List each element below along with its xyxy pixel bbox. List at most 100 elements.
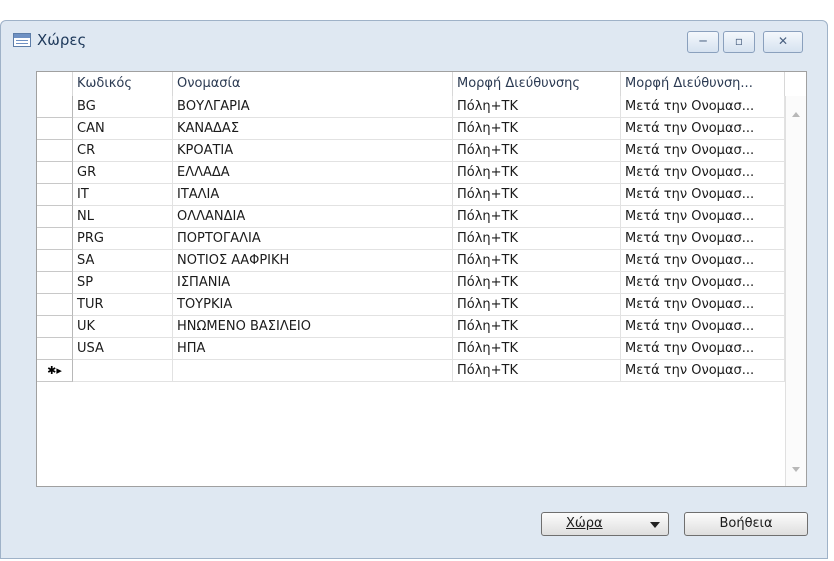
cell-name[interactable]: ΝΟΤΙΟΣ ΑΑΦΡΙΚΗ	[173, 250, 453, 272]
country-menu-button[interactable]: Χώρα	[541, 512, 669, 536]
cell-address-format-2[interactable]: Μετά την Ονομασ...	[621, 96, 785, 118]
row-selector[interactable]	[37, 338, 73, 360]
cell-address-format-2[interactable]: Μετά την Ονομασ...	[621, 118, 785, 140]
cell-code[interactable]: SP	[73, 272, 173, 294]
table-row[interactable]: IT ΙΤΑΛΙΑ Πόλη+ΤΚ Μετά την Ονομασ...	[37, 184, 785, 206]
row-selector-header[interactable]	[37, 72, 73, 96]
new-record-row[interactable]: ✱▸ Πόλη+ΤΚ Μετά την Ονομασ...	[37, 360, 785, 382]
table-row[interactable]: PRG ΠΟΡΤΟΓΑΛΙΑ Πόλη+ΤΚ Μετά την Ονομασ...	[37, 228, 785, 250]
row-selector[interactable]	[37, 316, 73, 338]
cell-address-format[interactable]: Πόλη+ΤΚ	[453, 184, 621, 206]
scroll-up-icon[interactable]	[792, 112, 800, 117]
maximize-icon: ▫	[734, 34, 744, 48]
cell-name[interactable]: ΤΟΥΡΚΙΑ	[173, 294, 453, 316]
cell-name[interactable]: ΠΟΡΤΟΓΑΛΙΑ	[173, 228, 453, 250]
row-selector[interactable]	[37, 118, 73, 140]
cell-address-format[interactable]: Πόλη+ΤΚ	[453, 96, 621, 118]
column-header-address-format-2[interactable]: Μορφή Διεύθυνση...	[621, 72, 785, 96]
cell-name[interactable]: ΙΣΠΑΝΙΑ	[173, 272, 453, 294]
cell-address-format[interactable]: Πόλη+ΤΚ	[453, 294, 621, 316]
cell-name[interactable]: ΒΟΥΛΓΑΡΙΑ	[173, 96, 453, 118]
help-button[interactable]: Βοήθεια	[684, 512, 808, 536]
table-row[interactable]: BG ΒΟΥΛΓΑΡΙΑ Πόλη+ΤΚ Μετά την Ονομασ...	[37, 96, 785, 118]
new-record-marker[interactable]: ✱▸	[37, 360, 73, 382]
table-row[interactable]: NL ΟΛΛΑΝΔΙΑ Πόλη+ΤΚ Μετά την Ονομασ...	[37, 206, 785, 228]
cell-address-format[interactable]: Πόλη+ΤΚ	[453, 338, 621, 360]
title-bar[interactable]: Χώρες ─ ▫ ✕	[1, 21, 827, 65]
cell-code[interactable]: BG	[73, 96, 173, 118]
row-selector[interactable]	[37, 96, 73, 118]
cell-address-format-2[interactable]: Μετά την Ονομασ...	[621, 338, 785, 360]
maximize-button[interactable]: ▫	[723, 31, 755, 53]
cell-name[interactable]: ΚΡΟΑΤΙΑ	[173, 140, 453, 162]
cell-code[interactable]: SA	[73, 250, 173, 272]
country-button-label: Χώρα	[566, 516, 603, 531]
row-selector[interactable]	[37, 228, 73, 250]
cell-address-format-2[interactable]: Μετά την Ονομασ...	[621, 250, 785, 272]
cell-address-format[interactable]: Πόλη+ΤΚ	[453, 272, 621, 294]
cell-address-format-2[interactable]: Μετά την Ονομασ...	[621, 272, 785, 294]
table-row[interactable]: SA ΝΟΤΙΟΣ ΑΑΦΡΙΚΗ Πόλη+ΤΚ Μετά την Ονομασ..…	[37, 250, 785, 272]
table-row[interactable]: TUR ΤΟΥΡΚΙΑ Πόλη+ΤΚ Μετά την Ονομασ...	[37, 294, 785, 316]
table-row[interactable]: UK ΗΝΩΜΕΝΟ ΒΑΣΙΛΕΙΟ Πόλη+ΤΚ Μετά την Ονομασ…	[37, 316, 785, 338]
cell-address-format[interactable]: Πόλη+ΤΚ	[453, 118, 621, 140]
cell-name[interactable]: ΗΠΑ	[173, 338, 453, 360]
cell-address-format[interactable]: Πόλη+ΤΚ	[453, 360, 621, 382]
row-selector[interactable]	[37, 294, 73, 316]
countries-window: Χώρες ─ ▫ ✕ Κωδικός Ονομασία Μορφή Διεύθ…	[0, 20, 828, 559]
cell-name[interactable]	[173, 360, 453, 382]
cell-code[interactable]: CAN	[73, 118, 173, 140]
scroll-down-icon[interactable]	[792, 467, 800, 472]
dropdown-arrow-icon	[650, 522, 660, 528]
column-header-name[interactable]: Ονομασία	[173, 72, 453, 96]
cell-address-format[interactable]: Πόλη+ΤΚ	[453, 250, 621, 272]
cell-address-format[interactable]: Πόλη+ΤΚ	[453, 140, 621, 162]
row-selector[interactable]	[37, 184, 73, 206]
cell-code[interactable]: CR	[73, 140, 173, 162]
cell-name[interactable]: ΕΛΛΑΔΑ	[173, 162, 453, 184]
minimize-icon: ─	[699, 34, 707, 48]
cell-name[interactable]: ΚΑΝΑΔΑΣ	[173, 118, 453, 140]
cell-code[interactable]: USA	[73, 338, 173, 360]
cell-address-format-2[interactable]: Μετά την Ονομασ...	[621, 316, 785, 338]
cell-address-format[interactable]: Πόλη+ΤΚ	[453, 206, 621, 228]
cell-address-format-2[interactable]: Μετά την Ονομασ...	[621, 294, 785, 316]
row-selector[interactable]	[37, 162, 73, 184]
cell-code[interactable]: TUR	[73, 294, 173, 316]
cell-name[interactable]: ΟΛΛΑΝΔΙΑ	[173, 206, 453, 228]
cell-name[interactable]: ΙΤΑΛΙΑ	[173, 184, 453, 206]
column-header-address-format[interactable]: Μορφή Διεύθυνσης	[453, 72, 621, 96]
table-row[interactable]: CR ΚΡΟΑΤΙΑ Πόλη+ΤΚ Μετά την Ονομασ...	[37, 140, 785, 162]
countries-grid[interactable]: Κωδικός Ονομασία Μορφή Διεύθυνσης Μορφή …	[36, 71, 807, 487]
window-title: Χώρες	[37, 31, 87, 49]
cell-code[interactable]: IT	[73, 184, 173, 206]
table-row[interactable]: GR ΕΛΛΑΔΑ Πόλη+ΤΚ Μετά την Ονομασ...	[37, 162, 785, 184]
cell-name[interactable]: ΗΝΩΜΕΝΟ ΒΑΣΙΛΕΙΟ	[173, 316, 453, 338]
cell-code[interactable]: PRG	[73, 228, 173, 250]
table-row[interactable]: CAN ΚΑΝΑΔΑΣ Πόλη+ΤΚ Μετά την Ονομασ...	[37, 118, 785, 140]
cell-address-format[interactable]: Πόλη+ΤΚ	[453, 228, 621, 250]
close-button[interactable]: ✕	[763, 31, 803, 53]
cell-address-format-2[interactable]: Μετά την Ονομασ...	[621, 184, 785, 206]
cell-code[interactable]: UK	[73, 316, 173, 338]
cell-code[interactable]: GR	[73, 162, 173, 184]
row-selector[interactable]	[37, 206, 73, 228]
table-row[interactable]: USA ΗΠΑ Πόλη+ΤΚ Μετά την Ονομασ...	[37, 338, 785, 360]
table-row[interactable]: SP ΙΣΠΑΝΙΑ Πόλη+ΤΚ Μετά την Ονομασ...	[37, 272, 785, 294]
cell-address-format-2[interactable]: Μετά την Ονομασ...	[621, 360, 785, 382]
cell-address-format-2[interactable]: Μετά την Ονομασ...	[621, 162, 785, 184]
cell-address-format-2[interactable]: Μετά την Ονομασ...	[621, 140, 785, 162]
cell-address-format-2[interactable]: Μετά την Ονομασ...	[621, 228, 785, 250]
table-icon	[13, 33, 31, 47]
row-selector[interactable]	[37, 140, 73, 162]
minimize-button[interactable]: ─	[687, 31, 719, 53]
cell-address-format-2[interactable]: Μετά την Ονομασ...	[621, 206, 785, 228]
row-selector[interactable]	[37, 272, 73, 294]
cell-address-format[interactable]: Πόλη+ΤΚ	[453, 162, 621, 184]
row-selector[interactable]	[37, 250, 73, 272]
vertical-scrollbar[interactable]	[785, 96, 806, 486]
cell-code[interactable]: NL	[73, 206, 173, 228]
cell-address-format[interactable]: Πόλη+ΤΚ	[453, 316, 621, 338]
column-header-code[interactable]: Κωδικός	[73, 72, 173, 96]
cell-code[interactable]	[73, 360, 173, 382]
